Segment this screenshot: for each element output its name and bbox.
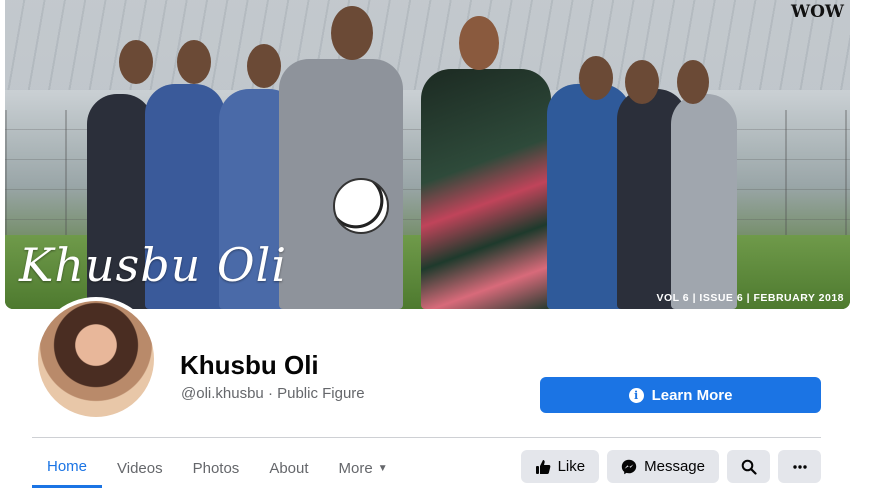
cover-figure-head [119, 40, 153, 84]
search-button[interactable] [727, 450, 770, 483]
tab-label: Home [47, 458, 88, 475]
soccer-ball [333, 178, 389, 234]
messenger-icon [621, 459, 637, 474]
thumbs-up-icon [535, 459, 550, 474]
cover-figure-head [579, 56, 613, 100]
search-icon [741, 459, 757, 475]
tab-label: More [338, 459, 373, 477]
profile-name: Khusbu Oli [180, 350, 319, 380]
like-button[interactable]: Like [520, 450, 600, 483]
cover-figure [279, 59, 403, 309]
cover-figure [421, 69, 551, 309]
message-label: Message [644, 458, 705, 475]
more-options-button[interactable] [778, 450, 821, 483]
cover-issue-text: VOL 6 | ISSUE 6 | FEBRUARY 2018 [656, 292, 844, 304]
tab-label: About [269, 459, 309, 477]
cover-figure-head [677, 60, 709, 104]
tab-videos[interactable]: Videos [102, 448, 178, 488]
tab-label: Videos [117, 459, 163, 477]
cover-figure-head [177, 40, 211, 84]
cover-figure [671, 94, 737, 309]
like-label: Like [557, 458, 586, 475]
tab-photos[interactable]: Photos [178, 448, 255, 488]
cover-figure-head [247, 44, 281, 88]
caret-down-icon: ▼ [377, 462, 388, 474]
cover-title: Khusbu Oli [19, 238, 288, 292]
profile-handle-category: @oli.khusbu · Public Figure [181, 385, 365, 402]
message-button[interactable]: Message [607, 450, 719, 483]
profile-divider [32, 437, 821, 438]
learn-more-label: Learn More [651, 386, 733, 404]
profile-avatar[interactable] [34, 297, 158, 421]
more-icon [792, 464, 807, 469]
cover-photo[interactable]: WOW Khusbu Oli VOL 6 | ISSUE 6 | FEBRUAR… [5, 0, 850, 309]
info-icon: i [628, 387, 644, 403]
learn-more-button[interactable]: i Learn More [540, 377, 821, 413]
cover-brand-logo: WOW [791, 2, 844, 22]
tab-label: Photos [192, 459, 240, 477]
profile-tabs: Home Videos Photos About More ▼ [32, 448, 403, 488]
tab-home[interactable]: Home [32, 448, 103, 488]
cover-figure-head [625, 60, 659, 104]
tab-more[interactable]: More ▼ [324, 448, 403, 488]
cover-figure-head [459, 16, 499, 70]
profile-actions: Like Message [520, 450, 821, 483]
cover-figure-head [331, 6, 373, 60]
tab-about[interactable]: About [254, 448, 323, 488]
